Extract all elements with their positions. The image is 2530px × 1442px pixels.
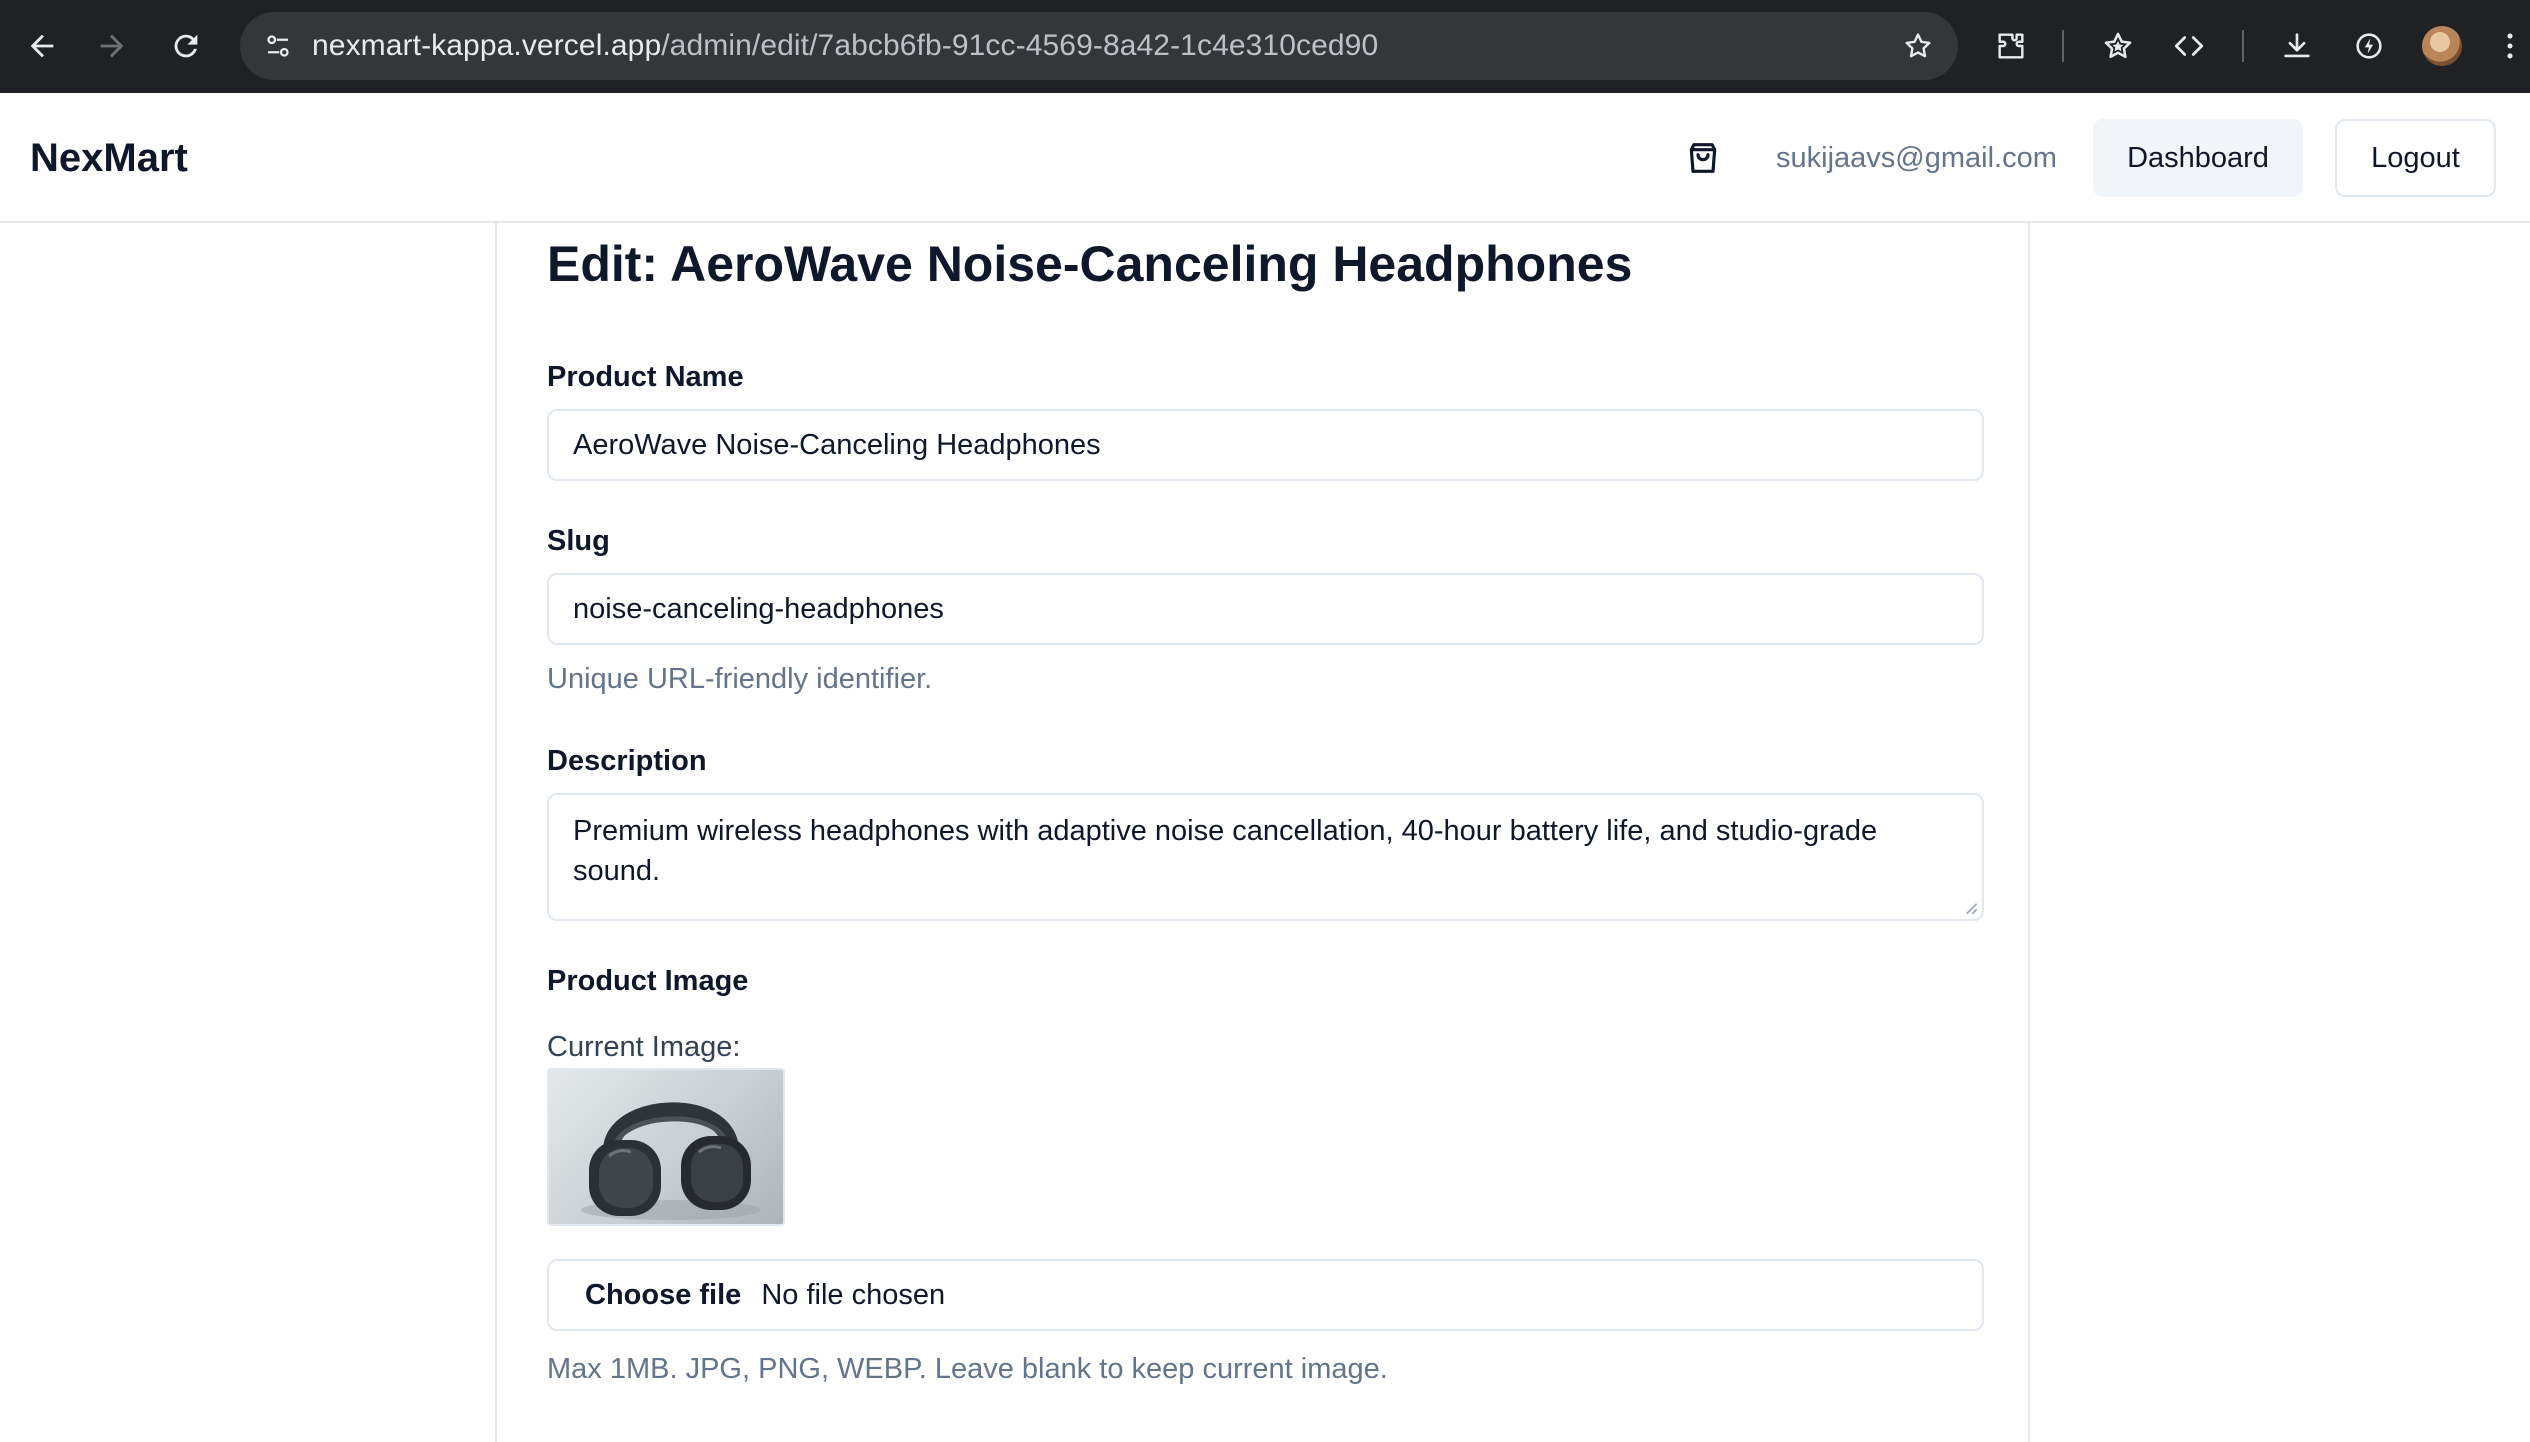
- reload-icon[interactable]: [162, 22, 210, 70]
- image-file-input[interactable]: Choose file No file chosen: [547, 1259, 1984, 1331]
- edit-product-form: Edit: AeroWave Noise-Canceling Headphone…: [495, 223, 2030, 1442]
- current-product-image: [547, 1068, 785, 1226]
- product-name-label: Product Name: [547, 361, 744, 393]
- profile-avatar[interactable]: [2422, 26, 2462, 66]
- back-icon[interactable]: [18, 22, 66, 70]
- description-wrapper: Premium wireless headphones with adaptiv…: [547, 793, 1984, 921]
- logout-button[interactable]: Logout: [2335, 119, 2496, 197]
- page-title: Edit: AeroWave Noise-Canceling Headphone…: [547, 236, 1633, 292]
- choose-file-button[interactable]: Choose file: [585, 1279, 741, 1312]
- url-path: /admin/edit/7abcb6fb-91cc-4569-8a42-1c4e…: [661, 29, 1379, 62]
- toolbar-divider: [2062, 30, 2064, 62]
- code-icon[interactable]: [2165, 22, 2213, 70]
- performance-icon[interactable]: [2345, 22, 2393, 70]
- toolbar-divider: [2242, 30, 2244, 62]
- description-label: Description: [547, 745, 707, 777]
- brand-logo[interactable]: NexMart: [30, 93, 188, 223]
- bookmark-star-icon[interactable]: [1898, 26, 1938, 66]
- image-help-text: Max 1MB. JPG, PNG, WEBP. Leave blank to …: [547, 1353, 1388, 1385]
- url-host: nexmart-kappa.vercel.app: [312, 29, 662, 62]
- browser-toolbar: nexmart-kappa.vercel.app/admin/edit/7abc…: [0, 0, 2530, 93]
- url-text[interactable]: nexmart-kappa.vercel.app/admin/edit/7abc…: [312, 12, 1378, 80]
- shopping-bag-icon[interactable]: [1680, 135, 1726, 181]
- site-info-icon[interactable]: [254, 22, 302, 70]
- slug-label: Slug: [547, 525, 610, 557]
- product-image-label: Product Image: [547, 965, 749, 997]
- menu-kebab-icon[interactable]: [2490, 22, 2530, 70]
- product-name-input[interactable]: [547, 409, 1984, 481]
- slug-help-text: Unique URL-friendly identifier.: [547, 663, 933, 695]
- file-status-text: No file chosen: [761, 1278, 946, 1311]
- bookmarks-icon[interactable]: [2094, 22, 2142, 70]
- slug-input[interactable]: [547, 573, 1984, 645]
- current-image-label: Current Image:: [547, 1031, 741, 1063]
- description-textarea[interactable]: Premium wireless headphones with adaptiv…: [547, 793, 1984, 921]
- resize-handle-icon[interactable]: [1964, 901, 1978, 915]
- headphones-image: [581, 1102, 761, 1220]
- user-email: sukijaavs@gmail.com: [1776, 142, 2057, 174]
- forward-icon[interactable]: [88, 22, 136, 70]
- extensions-icon[interactable]: [1987, 22, 2035, 70]
- site-header: NexMart sukijaavs@gmail.com Dashboard Lo…: [0, 93, 2530, 223]
- dashboard-button[interactable]: Dashboard: [2093, 119, 2303, 197]
- download-icon[interactable]: [2273, 22, 2321, 70]
- address-bar[interactable]: nexmart-kappa.vercel.app/admin/edit/7abc…: [240, 12, 1958, 80]
